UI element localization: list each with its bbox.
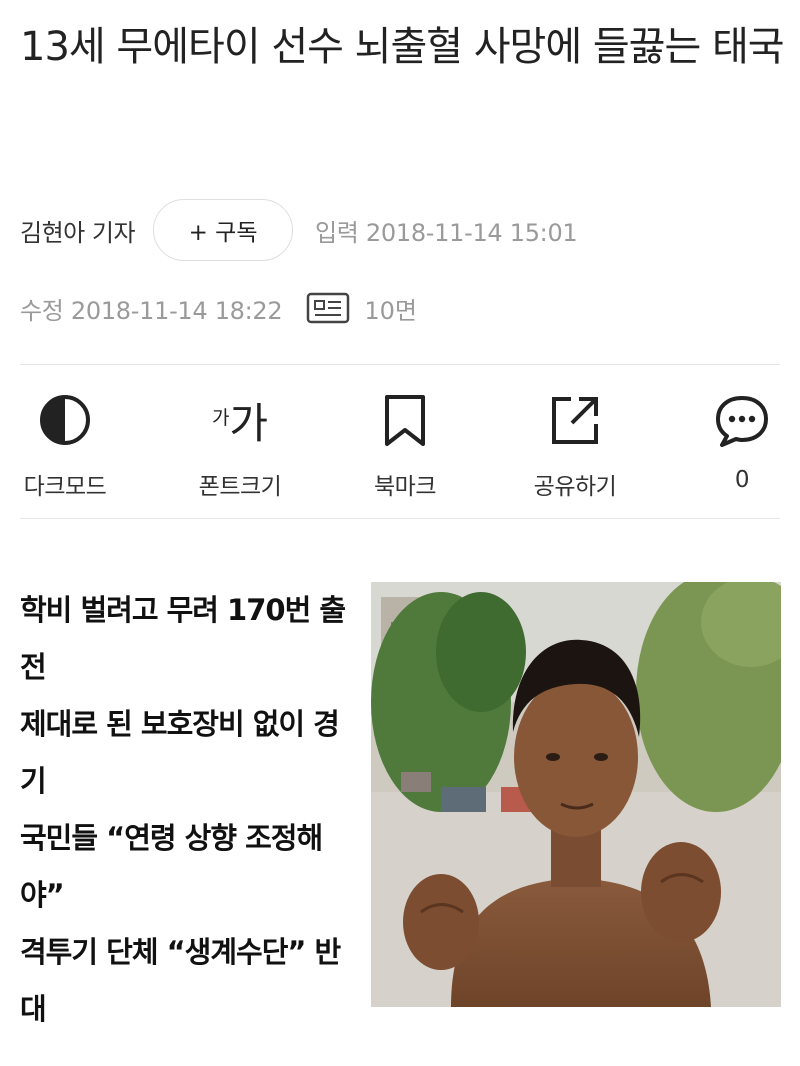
font-size-button[interactable]: 가가 폰트크기 — [180, 385, 300, 505]
share-icon — [545, 390, 605, 450]
input-date: 입력 2018-11-14 15:01 — [315, 218, 578, 247]
font-glyph-small: 가 — [211, 407, 230, 429]
share-button[interactable]: 공유하기 — [515, 385, 635, 505]
comment-button[interactable]: 0 — [700, 385, 784, 505]
dark-mode-label: 다크모드 — [23, 474, 107, 500]
half-circle-icon — [35, 390, 95, 450]
summary-item: 제대로 된 보호장비 없이 경기 — [20, 707, 340, 798]
font-size-label: 폰트크기 — [198, 474, 282, 500]
byline-secondary: 수정 2018-11-14 18:22 10면 — [20, 282, 417, 334]
share-label: 공유하기 — [533, 474, 617, 500]
dark-mode-button[interactable]: 다크모드 — [10, 385, 120, 505]
article-title: 13세 무에타이 선수 뇌출혈 사망에 들끓는 태국 — [20, 24, 785, 70]
bookmark-icon — [375, 390, 435, 450]
speech-bubble-icon — [712, 390, 772, 450]
subscribe-button[interactable]: + 구독 — [153, 199, 294, 261]
font-glyph-big: 가 — [229, 399, 269, 448]
modified-date: 수정 2018-11-14 18:22 — [20, 296, 283, 325]
divider-bottom — [20, 518, 780, 519]
byline: 김현아 기자 + 구독 입력 2018-11-14 15:01 — [20, 198, 780, 262]
bookmark-label: 북마크 — [374, 474, 436, 500]
reporter-name[interactable]: 김현아 기자 — [20, 213, 136, 248]
font-size-icon: 가가 — [212, 390, 268, 450]
article-summary: 학비 벌려고 무려 170번 출전 제대로 된 보호장비 없이 경기 국민들 “… — [20, 582, 350, 1038]
comment-count: 0 — [734, 467, 750, 493]
summary-item: 격투기 단체 “생계수단” 반대 — [20, 935, 341, 1026]
newspaper-icon[interactable] — [306, 291, 350, 325]
page-number: 10면 — [364, 296, 417, 325]
summary-item: 국민들 “연령 상향 조정해야” — [20, 821, 323, 912]
summary-item: 학비 벌려고 무려 170번 출전 — [20, 593, 346, 684]
bookmark-button[interactable]: 북마크 — [355, 385, 455, 505]
divider-top — [20, 364, 780, 365]
article-photo — [371, 582, 781, 1007]
article-toolbar: 다크모드 가가 폰트크기 북마크 공유하기 0 — [0, 385, 800, 505]
